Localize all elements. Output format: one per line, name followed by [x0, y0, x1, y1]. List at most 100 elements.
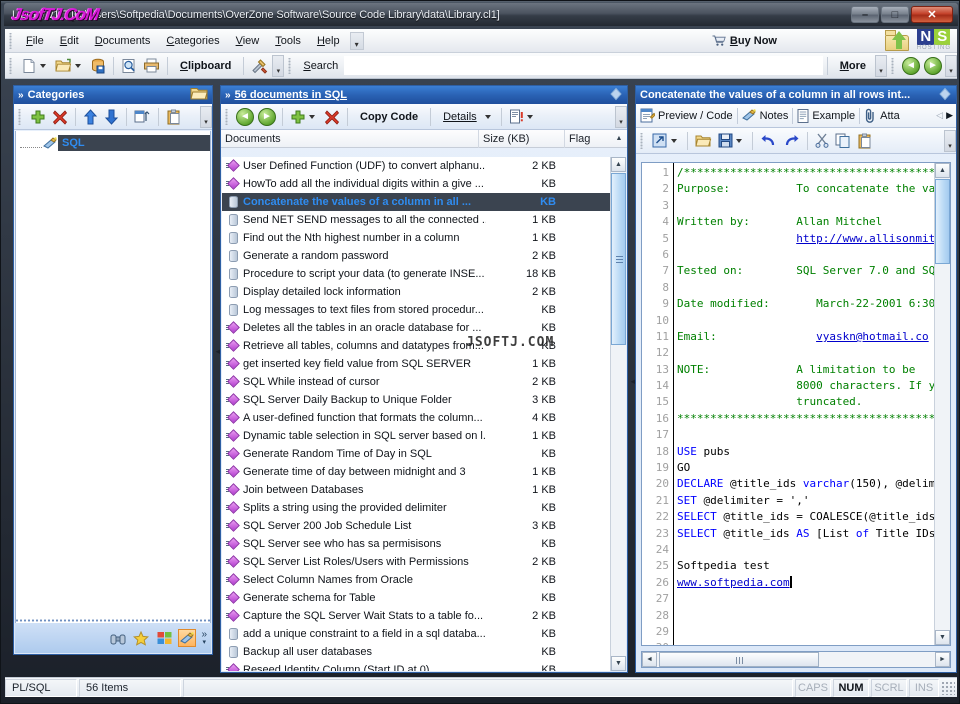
diamond-icon[interactable]: [609, 87, 623, 104]
table-row[interactable]: Dynamic table selection in SQL server ba…: [222, 427, 610, 445]
column-header-flag[interactable]: Flag: [565, 130, 611, 148]
sort-indicator-icon[interactable]: ▲: [611, 130, 627, 148]
toolbar-gripper-3[interactable]: [890, 57, 897, 74]
cut-button[interactable]: [812, 130, 832, 152]
chevron-down-icon[interactable]: [40, 63, 46, 68]
table-row[interactable]: SQL Server List Roles/Users with Permiss…: [222, 553, 610, 571]
add-category-button[interactable]: [27, 106, 49, 128]
menu-categories[interactable]: Categories: [158, 32, 227, 50]
table-row[interactable]: get inserted key field value from SQL SE…: [222, 355, 610, 373]
back-icon[interactable]: ◄: [236, 107, 254, 126]
more-button[interactable]: MMoreore: [832, 55, 874, 77]
binoculars-icon[interactable]: [109, 629, 127, 647]
table-row[interactable]: HowTo add all the individual digits with…: [222, 175, 610, 193]
table-row[interactable]: Splits a string using the provided delim…: [222, 499, 610, 517]
toolbar-gripper-1[interactable]: [8, 57, 15, 74]
redo-button[interactable]: [780, 130, 803, 152]
table-row[interactable]: Display detailed lock information 2 KB: [222, 283, 610, 301]
search-input[interactable]: [344, 56, 823, 75]
sql-category-icon[interactable]: [178, 629, 197, 647]
documents-scrollbar[interactable]: ▲ ▼: [610, 157, 626, 671]
open-file-button[interactable]: [52, 55, 87, 77]
menu-overflow-button[interactable]: ▾: [349, 31, 364, 50]
table-row[interactable]: Capture the SQL Server Wait Stats to a t…: [222, 607, 610, 625]
close-button[interactable]: ✕: [911, 6, 953, 23]
scroll-left-icon[interactable]: ◄: [642, 652, 657, 667]
chevron-down-icon[interactable]: [484, 114, 491, 119]
print-button[interactable]: [140, 55, 163, 77]
scroll-up-icon[interactable]: ▲: [611, 157, 626, 172]
chevron-down-icon[interactable]: [736, 138, 742, 143]
scroll-right-icon[interactable]: ►: [935, 652, 950, 667]
hscrollbar-thumb[interactable]: [659, 652, 819, 667]
table-row[interactable]: SQL Server 200 Job Schedule List 3 KB: [222, 517, 610, 535]
table-row[interactable]: Backup all user databases KB: [222, 643, 610, 661]
table-row[interactable]: add a unique constraint to a field in a …: [222, 625, 610, 643]
save-code-button[interactable]: [715, 130, 748, 152]
folder-icon[interactable]: [190, 86, 208, 104]
code-toolbar-overflow[interactable]: ▾: [944, 129, 956, 152]
tab-example[interactable]: Example: [793, 105, 859, 127]
scroll-down-icon[interactable]: ▼: [935, 630, 950, 645]
tree-item-sql[interactable]: SQL: [16, 135, 210, 151]
print-preview-button[interactable]: [118, 55, 140, 77]
menu-gripper[interactable]: [8, 32, 15, 49]
table-row[interactable]: Generate time of day between midnight an…: [222, 463, 610, 481]
table-row[interactable]: Generate Random Time of Day in SQL KB: [222, 445, 610, 463]
favorites-star-icon[interactable]: [132, 629, 150, 647]
move-up-button[interactable]: [80, 106, 101, 128]
minimize-button[interactable]: –: [851, 6, 879, 23]
table-row[interactable]: User Defined Function (UDF) to convert a…: [222, 157, 610, 175]
delete-category-button[interactable]: [49, 106, 71, 128]
diamond-icon[interactable]: [938, 87, 952, 104]
categories-bottom-overflow[interactable]: » ▾: [201, 629, 207, 646]
copy-button[interactable]: [832, 130, 854, 152]
buy-now-link[interactable]: BBuy Nowuy Now: [712, 35, 777, 47]
menu-view[interactable]: View: [228, 32, 268, 50]
toolbar-overflow-2[interactable]: ▾: [875, 54, 887, 77]
tab-notes[interactable]: Notes: [738, 105, 793, 127]
tab-attachments[interactable]: Atta: [860, 105, 904, 127]
tools-button[interactable]: [248, 55, 271, 77]
rename-category-button[interactable]: [131, 106, 154, 128]
new-document-button[interactable]: [18, 55, 52, 77]
navigate-forward-icon[interactable]: ►: [924, 56, 942, 75]
table-row[interactable]: Procedure to script your data (to genera…: [222, 265, 610, 283]
column-header-size[interactable]: Size (KB): [479, 129, 565, 148]
table-row[interactable]: Join between Databases 1 KB: [222, 481, 610, 499]
table-row[interactable]: Reseed Identity Column (Start ID at 0) KB: [222, 661, 610, 671]
open-code-button[interactable]: [692, 130, 715, 152]
menu-file[interactable]: FFileile: [18, 32, 52, 50]
toolbar-gripper-2[interactable]: [287, 57, 295, 74]
table-row[interactable]: Select Column Names from Oracle KB: [222, 571, 610, 589]
categories-toolbar-overflow[interactable]: ▾: [200, 105, 212, 128]
tab-next-icon[interactable]: ▶: [946, 110, 953, 121]
table-row[interactable]: SQL While instead of cursor 2 KB: [222, 373, 610, 391]
windows-icon[interactable]: [155, 629, 173, 647]
menu-tools[interactable]: Tools: [267, 32, 309, 50]
copy-code-button[interactable]: Copy Code: [352, 106, 426, 128]
code-toolbar-gripper[interactable]: [639, 132, 646, 149]
chevron-down-icon[interactable]: [526, 114, 533, 119]
expand-chevron-icon[interactable]: »: [225, 90, 231, 101]
clipboard-button[interactable]: CClipboardlipboard: [172, 55, 239, 77]
open-external-button[interactable]: [649, 130, 683, 152]
chevron-down-icon[interactable]: [671, 138, 677, 143]
chevron-down-icon[interactable]: [75, 63, 81, 68]
scrollbar-thumb[interactable]: [935, 179, 950, 264]
maximize-button[interactable]: □: [881, 6, 909, 23]
details-button[interactable]: Details: [435, 106, 497, 128]
table-row[interactable]: A user-defined function that formats the…: [222, 409, 610, 427]
table-row[interactable]: SQL Server see who has sa permisisons KB: [222, 535, 610, 553]
code-editor[interactable]: 1 2 3 4 5 6 7 8 9 10 11 12 13 14 15 16 17 18 19 20 21 22 23 24 2…: [641, 162, 951, 646]
scroll-down-icon[interactable]: ▼: [611, 656, 626, 671]
flag-document-button[interactable]: [506, 106, 539, 128]
delete-document-button[interactable]: [321, 106, 343, 128]
save-database-button[interactable]: [87, 55, 109, 77]
paste-button[interactable]: [854, 130, 876, 152]
panel-resize-grip[interactable]: [15, 618, 211, 623]
table-row[interactable]: SQL Server Daily Backup to Unique Folder…: [222, 391, 610, 409]
table-row[interactable]: Concatenate the values of a column in al…: [222, 193, 610, 211]
editor-scrollbar[interactable]: ▲ ▼: [934, 163, 950, 645]
code-text-area[interactable]: /***************************************…: [674, 163, 950, 645]
